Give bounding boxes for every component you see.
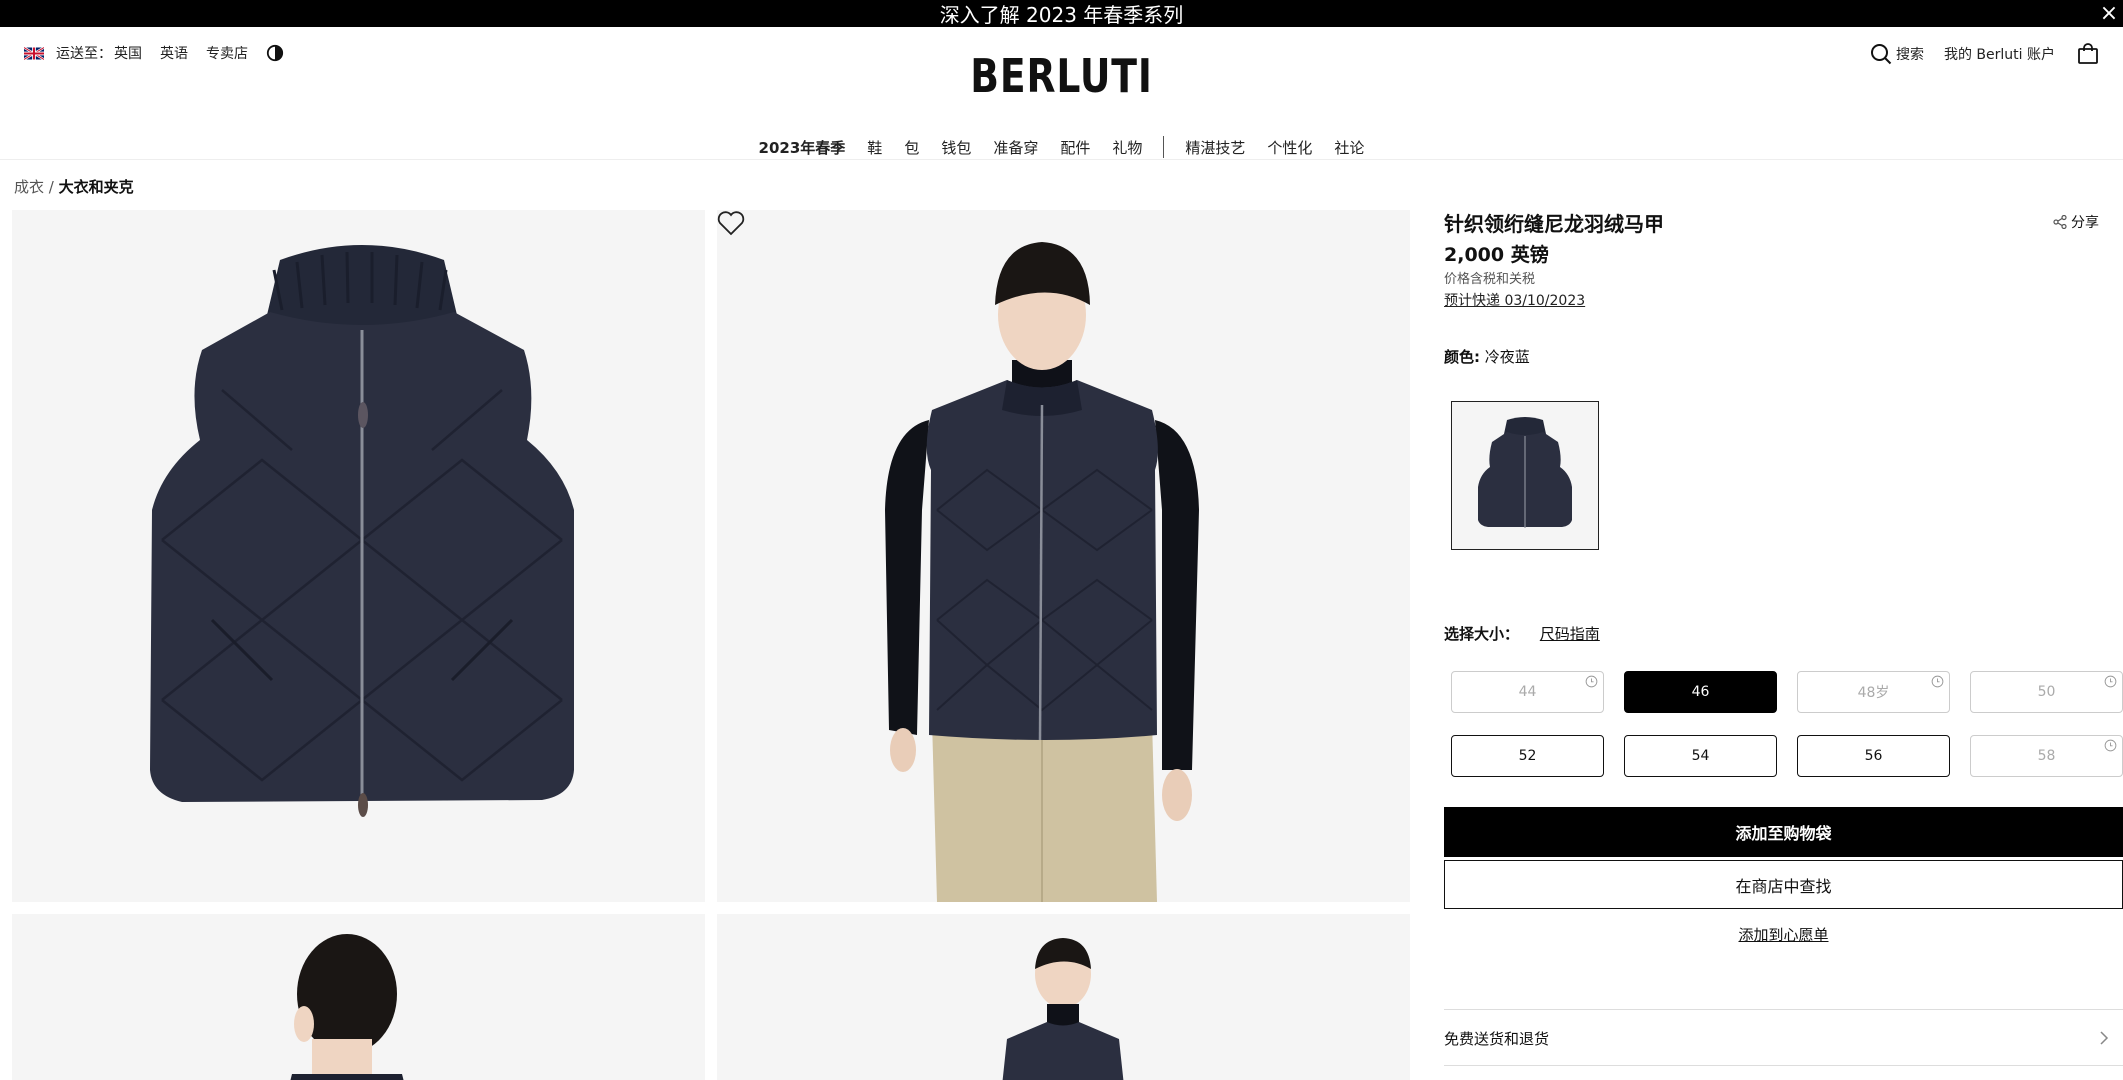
nav-item-spring-2023[interactable]: 2023年春季 <box>759 137 846 158</box>
vest-front-image <box>150 245 574 817</box>
breadcrumb: 成衣 / 大衣和夹克 <box>14 176 134 197</box>
product-details: 针织领绗缝尼龙羽绒马甲 分享 2,000 英镑 价格含税和关税 预计快递 03/… <box>1444 208 2123 1080</box>
header-divider <box>0 159 2123 160</box>
shipping-returns-accordion[interactable]: 免费送货和退货 <box>1444 1018 2123 1058</box>
product-image-full-length[interactable] <box>717 914 1410 1080</box>
accordion-divider <box>1444 1065 2123 1066</box>
product-image-front[interactable] <box>12 210 705 902</box>
add-to-bag-button[interactable]: 添加至购物袋 <box>1444 807 2123 857</box>
size-option-label: 54 <box>1691 748 1710 764</box>
size-option-label: 58 <box>2037 748 2056 764</box>
size-option-label: 46 <box>1691 684 1710 700</box>
share-label: 分享 <box>2071 215 2099 231</box>
size-label: 选择大小： <box>1444 625 1520 643</box>
size-selection: 选择大小： 尺码指南 <box>1444 623 1600 644</box>
ship-to-country-link[interactable]: 英国 <box>114 43 142 63</box>
search-icon <box>1870 44 1892 65</box>
color-swatch-midnight-blue[interactable] <box>1451 401 1599 550</box>
color-selection: 颜色: 冷夜蓝 <box>1444 346 1530 367</box>
nav-item-ready-to-wear[interactable]: 准备穿 <box>993 137 1038 158</box>
product-title: 针织领绗缝尼龙羽绒马甲 <box>1444 212 1664 236</box>
ship-to-label: 运送至： <box>56 46 112 62</box>
nav-item-craftsmanship[interactable]: 精湛技艺 <box>1185 137 1245 158</box>
chevron-right-icon <box>2100 1031 2109 1045</box>
size-option-label: 48岁 <box>1857 685 1890 701</box>
product-price: 2,000 英镑 <box>1444 244 1549 266</box>
main-nav: 2023年春季 鞋 包 钱包 准备穿 配件 礼物 精湛技艺 个性化 社论 <box>0 127 2123 167</box>
breadcrumb-current: 大衣和夹克 <box>58 178 134 196</box>
brand-logo[interactable]: BERLUTI <box>191 49 1932 103</box>
size-guide-link[interactable]: 尺码指南 <box>1540 625 1600 643</box>
language-link[interactable]: 英语 <box>160 43 188 63</box>
nav-item-shoes[interactable]: 鞋 <box>867 137 882 158</box>
nav-item-wallets[interactable]: 钱包 <box>941 137 971 158</box>
site-header: 运送至： 英国 英语 专卖店 BERLUTI 搜索 我的 Berluti 账户 … <box>0 27 2123 158</box>
product-image-back[interactable] <box>12 914 705 1080</box>
model-wearing-vest-image <box>885 242 1199 902</box>
delivery-estimate-link[interactable]: 预计快递 03/10/2023 <box>1444 290 1585 310</box>
share-icon <box>2053 215 2067 229</box>
close-icon[interactable]: × <box>2099 0 2119 27</box>
nav-item-personalization[interactable]: 个性化 <box>1267 137 1312 158</box>
shipping-returns-label: 免费送货和退货 <box>1444 1029 1550 1048</box>
add-to-wishlist-link[interactable]: 添加到心愿单 <box>1444 924 2123 945</box>
clock-icon <box>2104 675 2117 688</box>
heart-icon[interactable] <box>717 210 745 236</box>
clock-icon <box>1931 675 1944 688</box>
tax-note: 价格含税和关税 <box>1444 272 1536 287</box>
swatch-vest-thumbnail <box>1478 417 1572 528</box>
header-right: 搜索 我的 Berluti 账户 <box>1870 43 2099 65</box>
share-button[interactable]: 分享 <box>2053 212 2099 232</box>
nav-item-accessories[interactable]: 配件 <box>1060 137 1090 158</box>
color-label: 颜色: <box>1444 348 1480 366</box>
nav-item-bags[interactable]: 包 <box>904 137 919 158</box>
nav-divider <box>1163 136 1165 158</box>
clock-icon <box>2104 739 2117 752</box>
size-option-44[interactable]: 44 <box>1451 671 1604 713</box>
account-link[interactable]: 我的 Berluti 账户 <box>1944 44 2055 64</box>
find-in-store-button[interactable]: 在商店中查找 <box>1444 860 2123 909</box>
breadcrumb-parent[interactable]: 成衣 / <box>14 178 54 196</box>
color-value: 冷夜蓝 <box>1484 348 1530 366</box>
shopping-bag-icon[interactable] <box>2077 43 2099 65</box>
model-back-image <box>290 934 404 1080</box>
product-image-model[interactable] <box>717 210 1410 902</box>
search-button[interactable]: 搜索 <box>1870 43 1924 65</box>
promo-text[interactable]: 深入了解 2023 年春季系列 <box>940 0 1184 28</box>
size-option-56[interactable]: 56 <box>1797 735 1950 777</box>
accordion-divider <box>1444 1009 2123 1010</box>
nav-item-gifts[interactable]: 礼物 <box>1112 137 1142 158</box>
size-option-58[interactable]: 58 <box>1970 735 2123 777</box>
size-option-label: 44 <box>1518 684 1537 700</box>
size-option-label: 50 <box>2037 684 2056 700</box>
size-option-46[interactable]: 46 <box>1624 671 1777 713</box>
size-option-52[interactable]: 52 <box>1451 735 1604 777</box>
size-option-label: 52 <box>1518 748 1537 764</box>
nav-item-editorial[interactable]: 社论 <box>1334 137 1364 158</box>
model-full-length-image <box>1002 938 1124 1080</box>
size-option-50[interactable]: 50 <box>1970 671 2123 713</box>
size-option-label: 56 <box>1864 748 1883 764</box>
size-option-48[interactable]: 48岁 <box>1797 671 1950 713</box>
uk-flag-icon[interactable] <box>24 46 44 60</box>
search-label: 搜索 <box>1895 47 1924 63</box>
clock-icon <box>1585 675 1598 688</box>
promo-banner[interactable]: 深入了解 2023 年春季系列 × <box>0 0 2123 27</box>
size-option-54[interactable]: 54 <box>1624 735 1777 777</box>
